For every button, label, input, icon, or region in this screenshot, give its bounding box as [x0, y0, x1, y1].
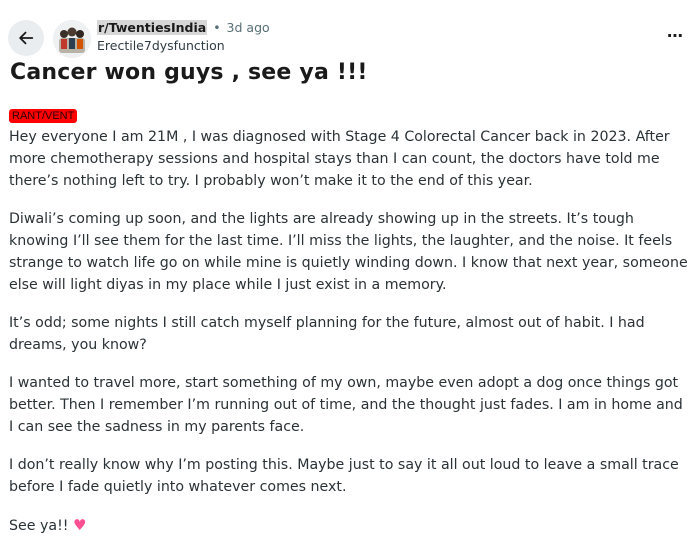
- arrow-left-icon: [19, 31, 34, 45]
- avatar-image: [53, 20, 91, 58]
- post-flair[interactable]: RANT/VENT: [9, 109, 78, 123]
- paragraph: Diwali’s coming up soon, and the lights …: [9, 211, 688, 293]
- paragraph: It’s odd; some nights I still catch myse…: [9, 315, 645, 353]
- paragraph: I wanted to travel more, start something…: [9, 375, 683, 435]
- heart-icon: ♥: [72, 516, 87, 534]
- post-meta: r/TwentiesIndia • 3d ago: [97, 20, 270, 36]
- signoff-text: See ya!!: [9, 518, 69, 534]
- more-options-icon[interactable]: ⋯: [667, 26, 684, 45]
- paragraph: I don’t really know why I’m posting this…: [9, 457, 679, 495]
- subreddit-name[interactable]: r/TwentiesIndia: [97, 20, 208, 35]
- author-username[interactable]: Erectile7dysfunction: [97, 38, 225, 53]
- back-button[interactable]: [8, 20, 44, 56]
- post-time: 3d ago: [226, 20, 270, 35]
- paragraph: Hey everyone I am 21M , I was diagnosed …: [9, 129, 670, 189]
- post-header: r/TwentiesIndia • 3d ago Erectile7dysfun…: [8, 10, 690, 60]
- post-title: Cancer won guys , see ya !!!: [10, 60, 368, 85]
- post-body: Hey everyone I am 21M , I was diagnosed …: [9, 126, 691, 553]
- signoff: See ya!! ♥: [9, 514, 691, 537]
- meta-separator: •: [213, 20, 221, 35]
- subreddit-avatar[interactable]: [53, 20, 91, 58]
